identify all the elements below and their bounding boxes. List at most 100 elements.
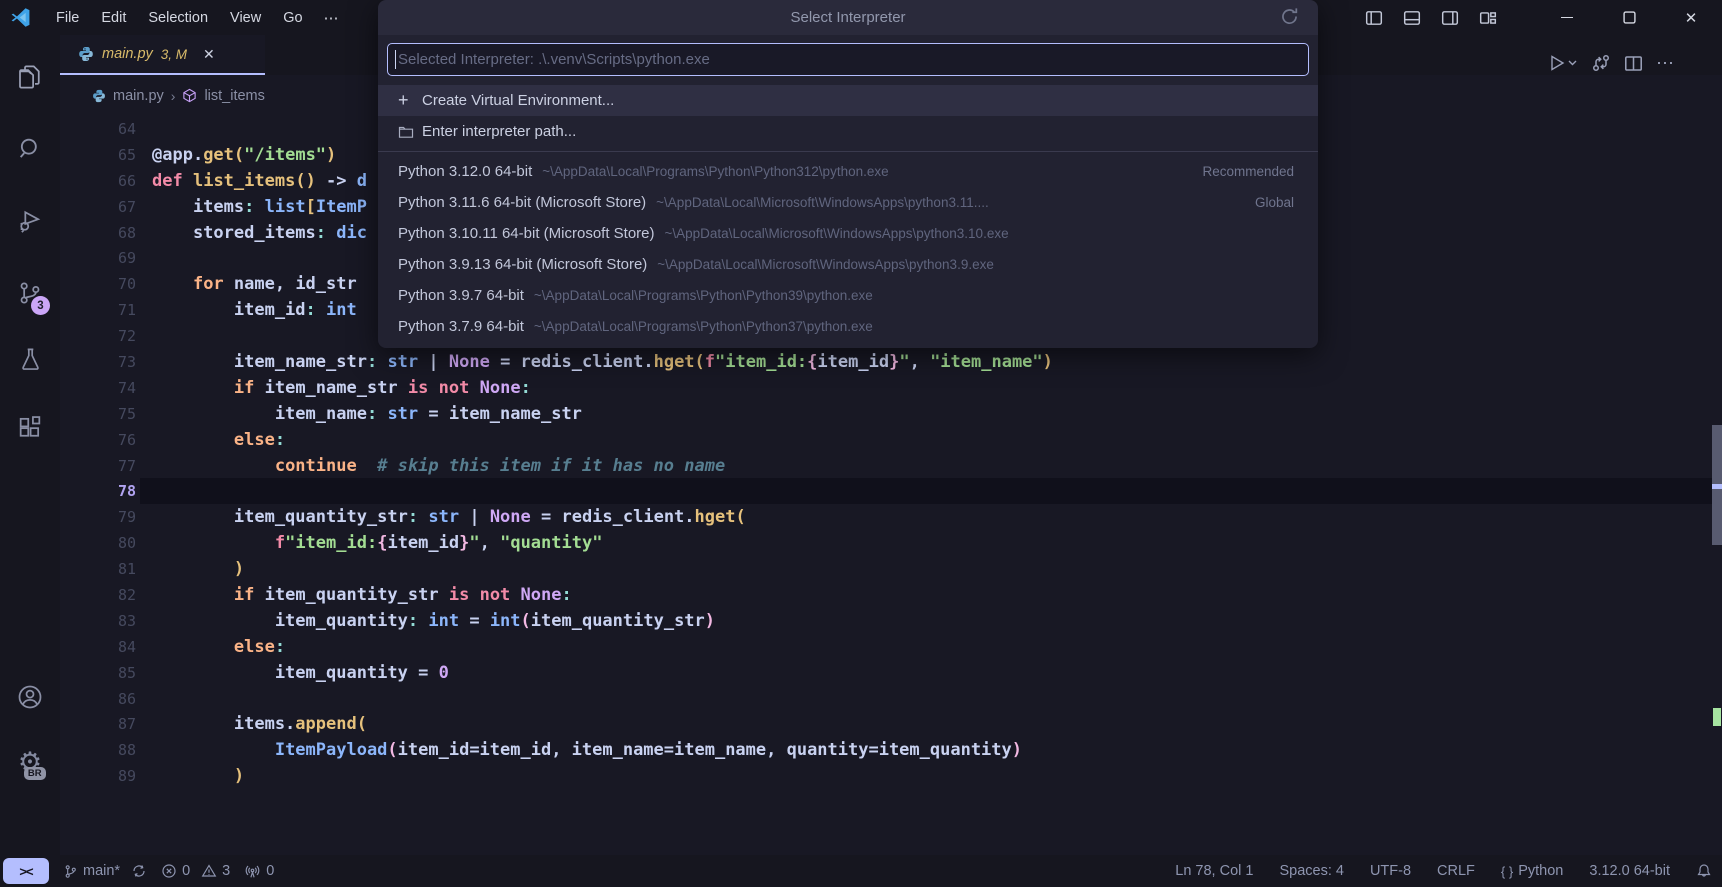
maximize-button[interactable] (1598, 0, 1660, 35)
code-line-81[interactable]: 81 ) (60, 556, 1722, 582)
line-content: item_name_str: str | None = redis_client… (152, 352, 1053, 372)
run-and-debug-icon (16, 207, 44, 235)
toggle-secondary-sidebar-icon[interactable] (1438, 6, 1462, 30)
line-content: @app.get("/items") (152, 145, 336, 165)
close-button[interactable]: ✕ (1660, 0, 1722, 35)
select-interpreter-dialog: Select Interpreter + Create Virtual Envi… (378, 0, 1318, 348)
sidebar-item-source-control[interactable]: 3 (0, 269, 60, 317)
code-line-86[interactable]: 86 (60, 686, 1722, 712)
interpreter-path: ~\AppData\Local\Microsoft\WindowsApps\py… (656, 195, 1241, 210)
error-count: 0 (182, 863, 190, 879)
open-changes-icon[interactable] (1591, 53, 1611, 73)
eol-sequence[interactable]: CRLF (1437, 863, 1475, 879)
interpreter-name: Python 3.9.13 64-bit (Microsoft Store) (398, 256, 647, 273)
code-line-88[interactable]: 88 ItemPayload(item_id=item_id, item_nam… (60, 737, 1722, 763)
account-icon (16, 683, 44, 711)
code-line-83[interactable]: 83 item_quantity: int = int(item_quantit… (60, 608, 1722, 634)
toggle-primary-sidebar-icon[interactable] (1362, 6, 1386, 30)
customize-layout-icon[interactable] (1476, 6, 1500, 30)
interpreter-path: ~\AppData\Local\Programs\Python\Python31… (542, 164, 1188, 179)
line-content: for name, id_str (152, 274, 367, 294)
breadcrumb-symbol[interactable]: list_items (204, 88, 264, 104)
code-line-82[interactable]: 82 if item_quantity_str is not None: (60, 582, 1722, 608)
code-line-77[interactable]: 77 continue # skip this item if it has n… (60, 453, 1722, 479)
settings-button[interactable]: ⚙ BR (0, 738, 60, 786)
minimize-button[interactable] (1536, 0, 1598, 35)
sidebar-item-search[interactable] (0, 125, 60, 173)
line-number: 76 (60, 431, 136, 449)
run-python-file-button[interactable] (1548, 54, 1578, 72)
braces-icon: { } (1501, 864, 1513, 879)
toggle-panel-icon[interactable] (1400, 6, 1424, 30)
line-content: else: (152, 430, 285, 450)
code-line-85[interactable]: 85 item_quantity = 0 (60, 660, 1722, 686)
line-content: ItemPayload(item_id=item_id, item_name=i… (152, 740, 1022, 760)
breadcrumb-file[interactable]: main.py (113, 88, 164, 104)
language-mode[interactable]: { } Python (1501, 863, 1563, 879)
python-interpreter-version[interactable]: 3.12.0 64-bit (1589, 863, 1670, 879)
sidebar-item-testing[interactable] (0, 335, 60, 383)
git-branch-icon (63, 864, 78, 879)
encoding[interactable]: UTF-8 (1370, 863, 1411, 879)
menu-edit[interactable]: Edit (90, 6, 137, 30)
split-editor-icon[interactable] (1624, 54, 1643, 73)
menu-overflow-button[interactable]: ⋯ (314, 9, 349, 27)
code-line-76[interactable]: 76 else: (60, 427, 1722, 453)
ports-indicator[interactable]: 0 (244, 863, 274, 880)
code-line-73[interactable]: 73 item_name_str: str | None = redis_cli… (60, 349, 1722, 375)
warning-count: 3 (222, 863, 230, 879)
accounts-button[interactable] (0, 673, 60, 721)
line-number: 64 (60, 120, 136, 138)
problems-indicator[interactable]: 0 3 (161, 863, 230, 879)
more-actions-icon[interactable]: ⋯ (1656, 53, 1675, 74)
sidebar-item-extensions[interactable] (0, 403, 60, 451)
interpreter-item[interactable]: Python 3.11.6 64-bit (Microsoft Store)~\… (378, 187, 1318, 218)
refresh-interpreters-icon[interactable] (1279, 6, 1300, 27)
line-content: item_quantity = 0 (152, 663, 449, 683)
interpreter-item[interactable]: Python 3.10.11 64-bit (Microsoft Store)~… (378, 218, 1318, 249)
overview-ruler-change-marker (1713, 708, 1721, 726)
code-line-80[interactable]: 80 f"item_id:{item_id}", "quantity" (60, 530, 1722, 556)
code-line-75[interactable]: 75 item_name: str = item_name_str (60, 401, 1722, 427)
interpreter-item[interactable]: Python 3.12.0 64-bit~\AppData\Local\Prog… (378, 156, 1318, 187)
line-number: 86 (60, 690, 136, 708)
interpreter-item[interactable]: Python 3.9.13 64-bit (Microsoft Store)~\… (378, 249, 1318, 280)
code-line-87[interactable]: 87 items.append( (60, 711, 1722, 737)
line-number: 80 (60, 534, 136, 552)
interpreter-filter-input[interactable] (387, 43, 1309, 76)
code-line-89[interactable]: 89 ) (60, 763, 1722, 789)
interpreter-item[interactable]: Python 3.9.7 64-bit~\AppData\Local\Progr… (378, 280, 1318, 311)
error-icon (161, 863, 177, 879)
python-file-icon (78, 46, 94, 62)
code-line-79[interactable]: 79 item_quantity_str: str | None = redis… (60, 504, 1722, 530)
menu-go[interactable]: Go (272, 6, 313, 30)
editor-actions: ⋯ (1548, 48, 1675, 78)
tab-close-icon[interactable]: ✕ (203, 46, 215, 63)
indentation[interactable]: Spaces: 4 (1279, 863, 1344, 879)
code-line-84[interactable]: 84 else: (60, 634, 1722, 660)
radio-tower-icon (244, 863, 261, 880)
plus-icon: + (398, 90, 422, 111)
branch-indicator[interactable]: main* (63, 863, 147, 879)
notifications-bell-icon[interactable] (1696, 863, 1712, 879)
line-content: items: list[ItemP (152, 197, 367, 217)
line-number: 81 (60, 560, 136, 578)
interpreter-item[interactable]: Python 3.7.9 64-bit~\AppData\Local\Progr… (378, 311, 1318, 342)
command-create-venv[interactable]: + Create Virtual Environment... (378, 85, 1318, 116)
code-line-74[interactable]: 74 if item_name_str is not None: (60, 375, 1722, 401)
code-line-78[interactable]: 78 (60, 478, 1722, 504)
line-content: else: (152, 637, 285, 657)
tab-main-py[interactable]: main.py 3, M ✕ (60, 35, 265, 75)
menu-file[interactable]: File (45, 6, 90, 30)
extensions-icon (16, 413, 44, 441)
activity-bar: 3 ⚙ BR (0, 35, 60, 855)
sidebar-item-explorer[interactable] (0, 53, 60, 101)
explorer-icon (15, 62, 45, 92)
overview-ruler-cursor-marker (1712, 484, 1722, 489)
menu-view[interactable]: View (219, 6, 272, 30)
menu-selection[interactable]: Selection (137, 6, 219, 30)
cursor-position[interactable]: Ln 78, Col 1 (1175, 863, 1253, 879)
command-enter-interpreter-path[interactable]: Enter interpreter path... (378, 116, 1318, 147)
sidebar-item-run-debug[interactable] (0, 197, 60, 245)
remote-indicator[interactable]: >< (3, 858, 49, 884)
